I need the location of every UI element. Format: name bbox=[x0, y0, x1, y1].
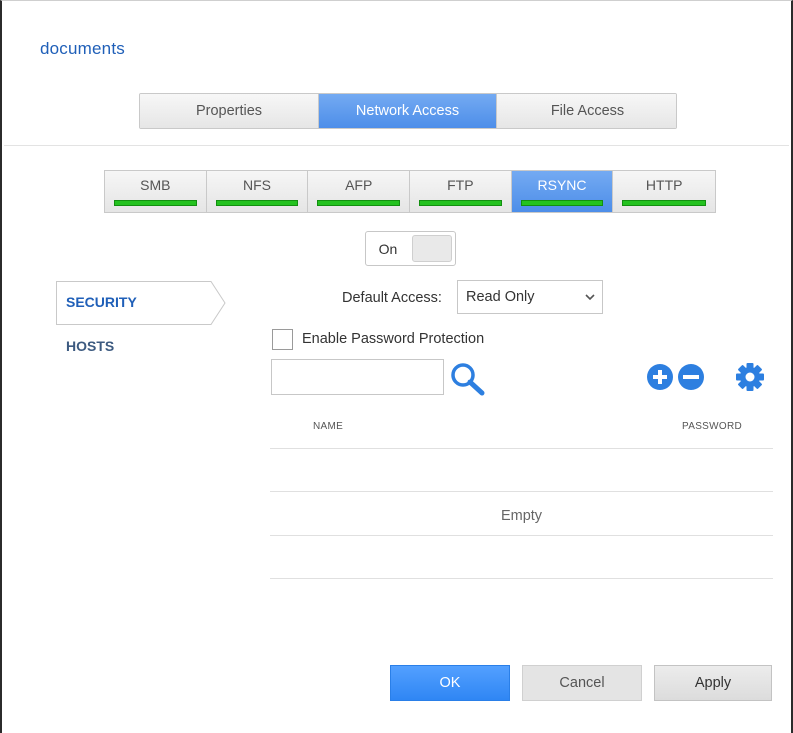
table-divider bbox=[270, 491, 773, 492]
gear-icon[interactable] bbox=[735, 362, 767, 394]
tab-ftp[interactable]: FTP bbox=[410, 171, 512, 212]
tab-properties[interactable]: Properties bbox=[140, 94, 319, 128]
rsync-status-bar bbox=[520, 200, 604, 206]
tab-nfs[interactable]: NFS bbox=[206, 171, 309, 212]
tab-http-label: HTTP bbox=[645, 177, 683, 193]
chevron-down-icon bbox=[578, 281, 602, 313]
tab-ftp-label: FTP bbox=[447, 177, 474, 193]
smb-status-bar bbox=[114, 200, 197, 206]
table-divider bbox=[270, 535, 773, 536]
tab-http[interactable]: HTTP bbox=[613, 171, 715, 212]
afp-status-bar bbox=[317, 200, 401, 206]
table-divider bbox=[270, 448, 773, 449]
tab-smb[interactable]: SMB bbox=[105, 171, 207, 212]
default-access-label: Default Access: bbox=[342, 290, 442, 306]
table-divider bbox=[270, 578, 773, 579]
tab-network-access[interactable]: Network Access bbox=[319, 94, 497, 128]
nfs-status-bar bbox=[215, 200, 299, 206]
share-settings-dialog: documents Properties Network Access File… bbox=[0, 0, 793, 733]
apply-button[interactable]: Apply bbox=[654, 665, 772, 701]
tab-rsync-label: RSYNC bbox=[537, 177, 587, 193]
sidebar-item-hosts[interactable]: HOSTS bbox=[66, 338, 114, 354]
header-divider bbox=[4, 145, 789, 146]
table-empty-text: Empty bbox=[500, 508, 543, 524]
tab-afp[interactable]: AFP bbox=[308, 171, 411, 212]
plus-circle-icon[interactable] bbox=[646, 362, 676, 392]
page-title: documents bbox=[40, 39, 125, 58]
tab-rsync[interactable]: RSYNC bbox=[511, 171, 614, 212]
main-tab-bar: Properties Network Access File Access bbox=[139, 93, 677, 129]
minus-circle-icon[interactable] bbox=[676, 362, 706, 392]
toggle-label: On bbox=[378, 240, 398, 257]
ok-button[interactable]: OK bbox=[390, 665, 510, 701]
tab-nfs-label: NFS bbox=[243, 177, 271, 193]
tab-smb-label: SMB bbox=[140, 177, 171, 193]
default-access-value: Read Only bbox=[466, 289, 535, 305]
column-header-name: NAME bbox=[313, 421, 344, 432]
search-icon[interactable] bbox=[448, 361, 488, 397]
column-header-password: PASSWORD bbox=[682, 421, 742, 432]
toggle-knob[interactable] bbox=[412, 235, 452, 262]
tab-file-access[interactable]: File Access bbox=[497, 94, 676, 128]
password-protection-label: Enable Password Protection bbox=[302, 331, 485, 347]
protocol-tab-bar: SMB NFS AFP FTP RSYNC HTTP bbox=[104, 170, 716, 213]
tab-afp-label: AFP bbox=[345, 177, 373, 193]
sidebar-item-security[interactable]: SECURITY bbox=[56, 281, 226, 325]
password-protection-checkbox[interactable] bbox=[272, 329, 293, 350]
default-access-select[interactable]: Read Only bbox=[457, 280, 603, 314]
search-input[interactable] bbox=[271, 359, 444, 395]
service-toggle[interactable]: On bbox=[365, 231, 456, 266]
sidebar-item-label: SECURITY bbox=[66, 294, 137, 310]
cancel-button[interactable]: Cancel bbox=[522, 665, 642, 701]
http-status-bar bbox=[622, 200, 707, 206]
ftp-status-bar bbox=[419, 200, 502, 206]
